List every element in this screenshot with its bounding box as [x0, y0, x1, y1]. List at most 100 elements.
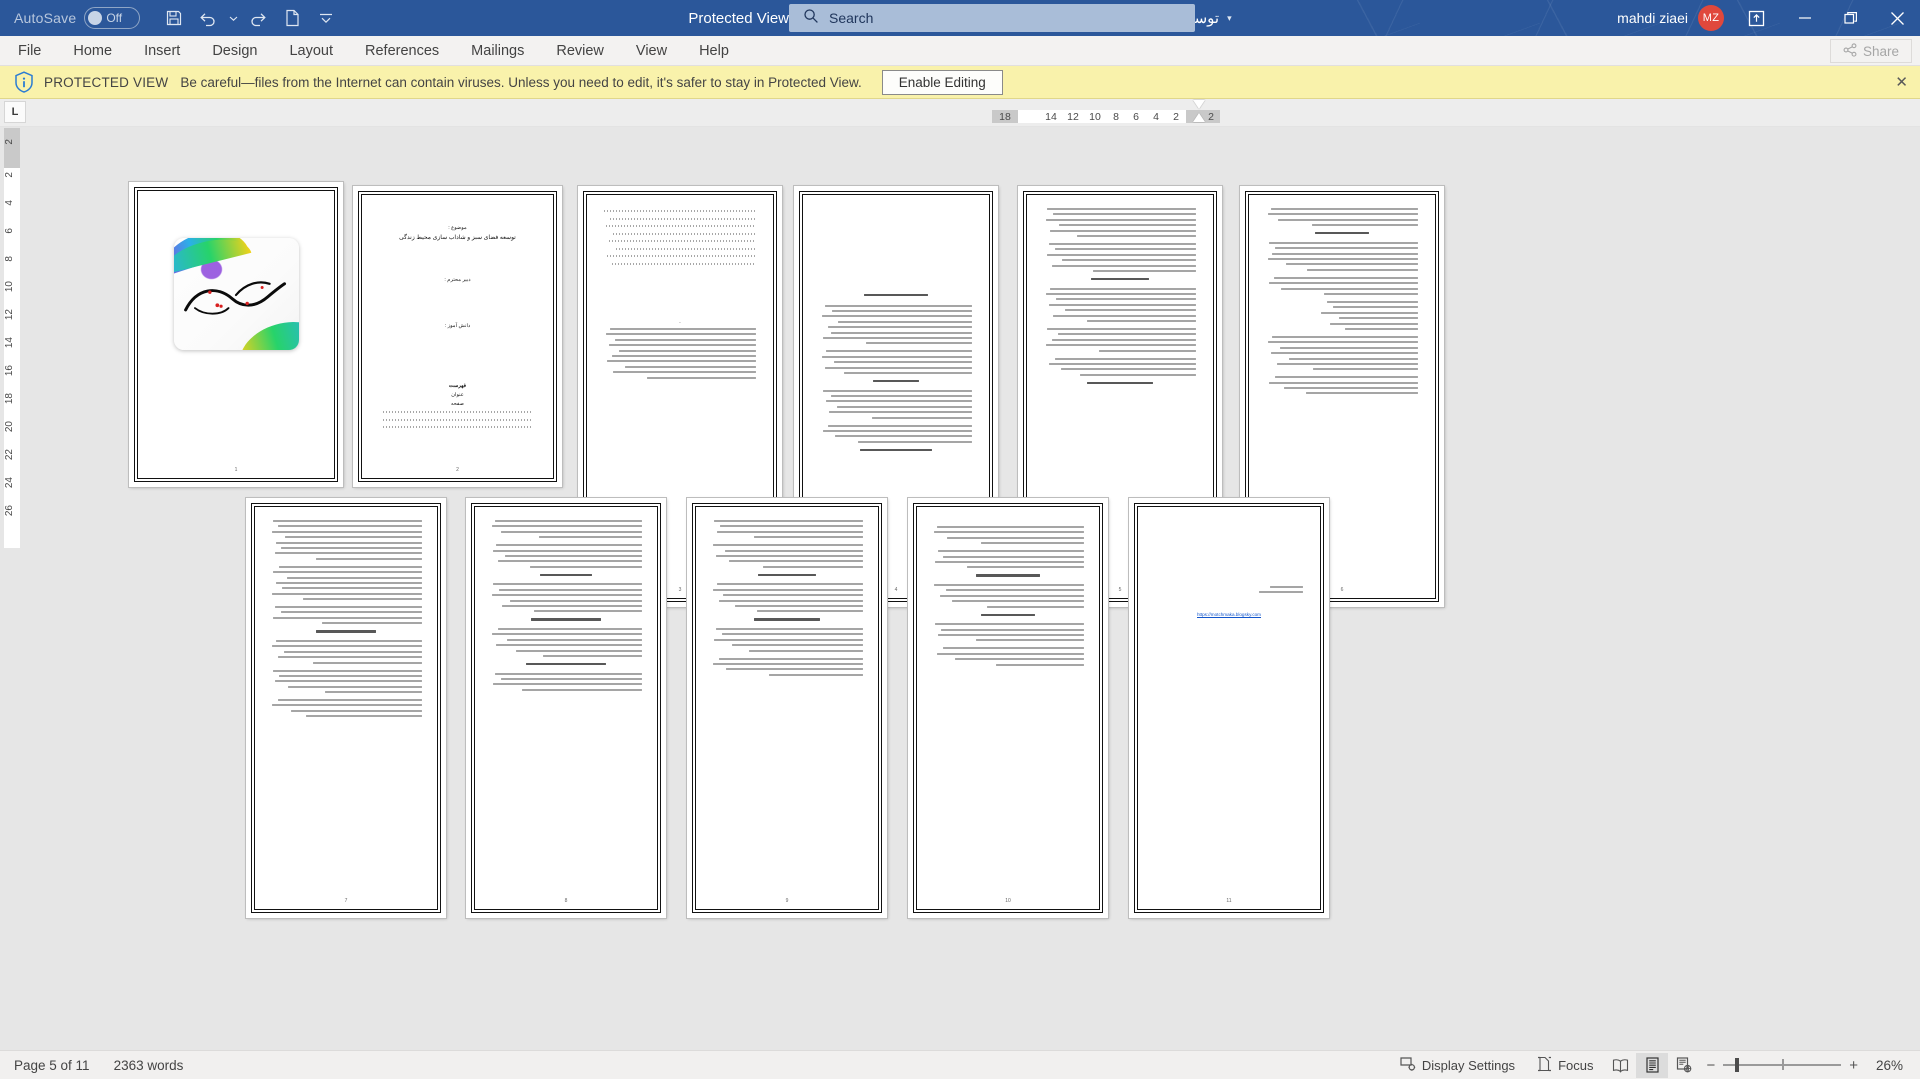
- page-11[interactable]: https://motchmaka.blogsky.com 11: [1129, 498, 1329, 918]
- first-line-indent-marker[interactable]: [1193, 100, 1205, 109]
- zoom-in-button[interactable]: +: [1849, 1057, 1858, 1074]
- page-number: 9: [785, 898, 789, 904]
- left-indent-marker[interactable]: [1193, 113, 1205, 122]
- title-line-topic: توسعه فضای سبز و شاداب سازی محیط زندگی: [399, 235, 516, 241]
- page-2[interactable]: موضوع : توسعه فضای سبز و شاداب سازی محیط…: [353, 186, 562, 487]
- avatar[interactable]: MZ: [1698, 5, 1724, 31]
- tab-home[interactable]: Home: [57, 36, 128, 66]
- window-controls: [1730, 0, 1920, 36]
- autosave-toggle[interactable]: AutoSave Off: [14, 7, 141, 29]
- page-9[interactable]: 9: [687, 498, 887, 918]
- horizontal-ruler[interactable]: 18 14 12 10 8 6 4 2 2: [992, 101, 1224, 123]
- page-number: 10: [1005, 898, 1011, 904]
- autosave-state: Off: [106, 11, 123, 25]
- enable-editing-button[interactable]: Enable Editing: [881, 69, 1003, 95]
- minimize-button[interactable]: [1782, 0, 1828, 36]
- close-icon[interactable]: ✕: [1895, 73, 1908, 91]
- focus-label: Focus: [1558, 1057, 1594, 1073]
- share-label: Share: [1862, 43, 1899, 59]
- ruler-tick-18: 18: [992, 110, 1018, 123]
- word-count[interactable]: 2363 words: [114, 1058, 184, 1073]
- page-indicator[interactable]: Page 5 of 11: [14, 1058, 90, 1073]
- page-10[interactable]: 10: [908, 498, 1108, 918]
- share-button[interactable]: Share: [1829, 39, 1912, 63]
- status-bar: Page 5 of 11 2363 words Display Settings…: [0, 1050, 1920, 1079]
- search-icon: [803, 8, 819, 29]
- restore-button[interactable]: [1828, 0, 1874, 36]
- document-canvas[interactable]: 2 2 4 6 8 10 12 14 16 18 20 22 24 26 1 م…: [0, 128, 1920, 1050]
- page-7[interactable]: 7: [246, 498, 446, 918]
- page-10-border: 10: [913, 503, 1103, 913]
- status-bar-right: Display Settings Focus − + 26%: [1389, 1052, 1910, 1079]
- tab-layout[interactable]: Layout: [273, 36, 349, 66]
- ruler-tick-6: 6: [1126, 110, 1146, 123]
- page-7-border: 7: [251, 503, 441, 913]
- display-settings-button[interactable]: Display Settings: [1389, 1052, 1526, 1079]
- tab-review[interactable]: Review: [540, 36, 620, 66]
- tab-insert[interactable]: Insert: [128, 36, 196, 66]
- read-mode-icon[interactable]: [1604, 1053, 1636, 1078]
- protected-view-message: Be careful—files from the Internet can c…: [180, 74, 862, 90]
- page-number: 1: [234, 467, 238, 473]
- ruler-tick-4: 4: [1146, 110, 1166, 123]
- tab-stop-selector[interactable]: L: [4, 101, 26, 123]
- account-area[interactable]: mahdi ziaei MZ: [1617, 0, 1724, 36]
- zoom-slider[interactable]: [1723, 1058, 1842, 1072]
- undo-dropdown-icon[interactable]: [226, 3, 240, 33]
- page-8[interactable]: 8: [466, 498, 666, 918]
- ribbon-tab-bar: File Home Insert Design Layout Reference…: [0, 36, 1920, 66]
- page-1-border: 1: [134, 187, 338, 482]
- tab-mailings[interactable]: Mailings: [455, 36, 540, 66]
- page-11-border: https://motchmaka.blogsky.com 11: [1134, 503, 1324, 913]
- print-layout-icon[interactable]: [1636, 1052, 1669, 1078]
- undo-icon[interactable]: [192, 3, 224, 33]
- web-layout-icon[interactable]: [1668, 1053, 1700, 1078]
- page-11-content: https://motchmaka.blogsky.com 11: [1141, 510, 1317, 906]
- protected-view-bar: PROTECTED VIEW Be careful—files from the…: [0, 66, 1920, 99]
- redo-icon[interactable]: [242, 3, 274, 33]
- page-1-content: 1: [141, 194, 331, 475]
- horizontal-ruler-row: L 18 14 12 10 8 6 4 2 2: [0, 99, 1920, 127]
- ruler-tick-10: 10: [1084, 110, 1106, 123]
- autosave-switch[interactable]: Off: [84, 7, 141, 29]
- search-input-placeholder: Search: [829, 10, 874, 26]
- pages-area: 1 موضوع : توسعه فضای سبز و شاداب سازی مح…: [0, 128, 1920, 1050]
- title-line-teacher: دبیر محترم :: [444, 277, 471, 283]
- page-8-content: 8: [478, 510, 654, 906]
- zoom-slider-handle[interactable]: [1735, 1058, 1740, 1072]
- page-9-border: 9: [692, 503, 882, 913]
- title-line-student: دانش آموز :: [444, 323, 471, 329]
- tab-file[interactable]: File: [0, 36, 57, 66]
- account-name: mahdi ziaei: [1617, 10, 1688, 26]
- save-icon[interactable]: [158, 3, 190, 33]
- ribbon-display-options-icon[interactable]: [1730, 0, 1782, 36]
- new-document-icon[interactable]: [276, 3, 308, 33]
- tab-view[interactable]: View: [620, 36, 683, 66]
- toc-col-page: صفحه: [450, 401, 465, 407]
- ribbon-tabs: File Home Insert Design Layout Reference…: [0, 36, 745, 66]
- page-number: 11: [1226, 898, 1232, 904]
- page-number: 8: [564, 898, 568, 904]
- focus-button[interactable]: Focus: [1526, 1052, 1604, 1079]
- tab-help[interactable]: Help: [683, 36, 745, 66]
- tab-design[interactable]: Design: [196, 36, 273, 66]
- focus-icon: [1537, 1056, 1552, 1075]
- page-number: 2: [456, 467, 459, 473]
- zoom-control[interactable]: − + 26%: [1706, 1057, 1910, 1074]
- tab-references[interactable]: References: [349, 36, 455, 66]
- zoom-center-tick: [1782, 1059, 1784, 1070]
- customize-quick-access-icon[interactable]: [310, 3, 342, 33]
- search-box[interactable]: Search: [789, 4, 1195, 32]
- display-settings-label: Display Settings: [1421, 1057, 1516, 1073]
- ruler-tick-12: 12: [1062, 110, 1084, 123]
- page-9-content: 9: [699, 510, 875, 906]
- autosave-knob: [88, 11, 103, 25]
- source-hyperlink[interactable]: https://motchmaka.blogsky.com: [1197, 612, 1261, 617]
- title-dropdown-icon[interactable]: ▾: [1227, 13, 1232, 24]
- close-button[interactable]: [1874, 0, 1920, 36]
- zoom-out-button[interactable]: −: [1706, 1057, 1715, 1074]
- ruler-tick-2: 2: [1166, 110, 1186, 123]
- zoom-percent[interactable]: 26%: [1876, 1058, 1910, 1073]
- page-1[interactable]: 1: [129, 182, 343, 487]
- page-7-content: 7: [258, 510, 434, 906]
